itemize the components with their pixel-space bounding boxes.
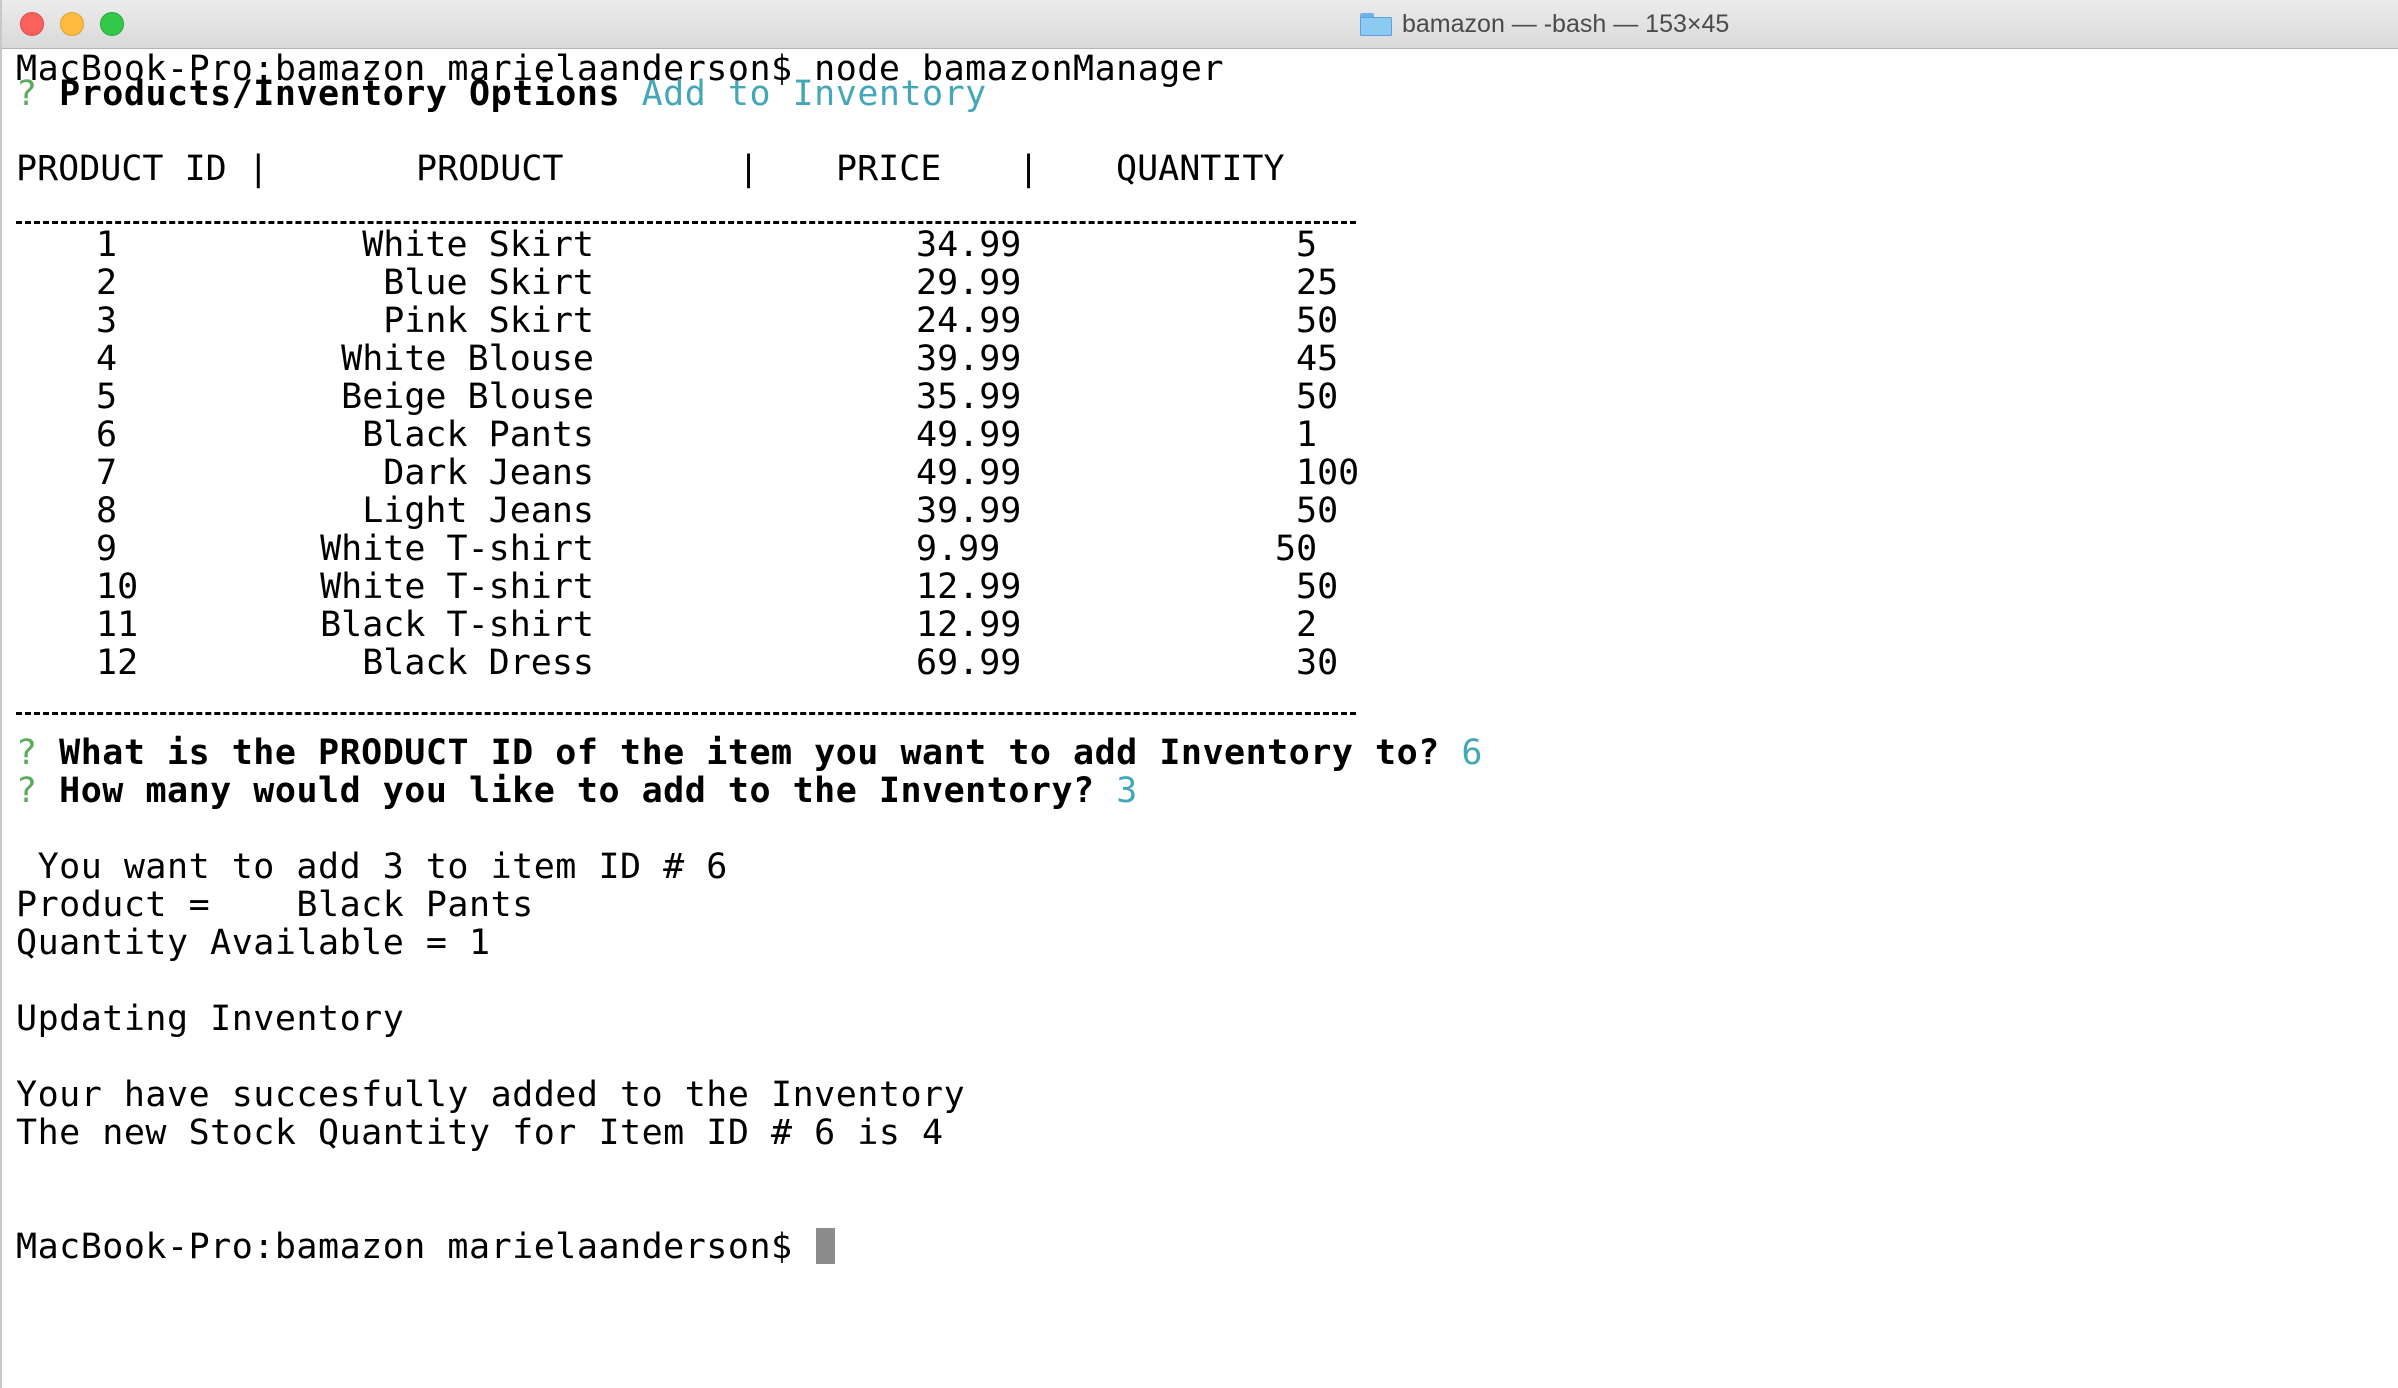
- cell-product-id: 7: [96, 453, 118, 493]
- cell-price: 12.99: [916, 605, 1022, 645]
- header-product-id: PRODUCT ID |: [16, 149, 269, 189]
- question-mark: ?: [16, 771, 38, 811]
- cell-product: White Skirt: [362, 225, 594, 265]
- cell-product-id: 8: [96, 491, 118, 531]
- cell-price: 49.99: [916, 415, 1022, 455]
- quantity-answer: 3: [1116, 771, 1138, 811]
- window-title-text: bamazon — -bash — 153×45: [1402, 9, 1730, 38]
- cell-product-id: 12: [96, 643, 139, 683]
- message-new-stock: The new Stock Quantity for Item ID # 6 i…: [16, 1113, 944, 1153]
- cell-product: Beige Blouse: [341, 377, 594, 417]
- table-divider-top: [16, 221, 1356, 224]
- cell-quantity: 45: [1296, 339, 1339, 379]
- message-product: Product = Black Pants: [16, 885, 534, 925]
- cell-product-id: 5: [96, 377, 118, 417]
- question-mark: ?: [16, 733, 38, 773]
- cell-price: 39.99: [916, 491, 1022, 531]
- cell-price: 49.99: [916, 453, 1022, 493]
- cell-quantity: 50: [1275, 529, 1318, 569]
- message-add: You want to add 3 to item ID # 6: [16, 847, 728, 887]
- cell-product: Pink Skirt: [383, 301, 594, 341]
- cell-price: 29.99: [916, 263, 1022, 303]
- header-product: PRODUCT: [416, 149, 564, 189]
- cell-price: 34.99: [916, 225, 1022, 265]
- cell-product: Light Jeans: [362, 491, 594, 531]
- shell-prompt: MacBook-Pro:bamazon marielaanderson$: [16, 1227, 815, 1267]
- cell-quantity: 50: [1296, 491, 1339, 531]
- cell-price: 24.99: [916, 301, 1022, 341]
- cell-product: White T-shirt: [320, 529, 594, 569]
- zoom-button[interactable]: [100, 12, 124, 36]
- cell-quantity: 2: [1296, 605, 1318, 645]
- cell-product-id: 10: [96, 567, 139, 607]
- quantity-question: How many would you like to add to the In…: [59, 771, 1095, 811]
- cell-product-id: 11: [96, 605, 139, 645]
- message-available: Quantity Available = 1: [16, 923, 491, 963]
- cell-quantity: 100: [1296, 453, 1360, 493]
- cell-product-id: 2: [96, 263, 118, 303]
- cell-price: 39.99: [916, 339, 1022, 379]
- cell-price: 12.99: [916, 567, 1022, 607]
- cell-product-id: 3: [96, 301, 118, 341]
- cell-quantity: 50: [1296, 567, 1339, 607]
- product-id-answer: 6: [1461, 733, 1483, 773]
- cell-product-id: 4: [96, 339, 118, 379]
- product-id-question-line: ? What is the PRODUCT ID of the item you…: [16, 734, 1483, 772]
- options-question: Products/Inventory Options: [59, 74, 621, 114]
- window-title: bamazon — -bash — 153×45: [1360, 9, 1729, 39]
- final-prompt-line[interactable]: MacBook-Pro:bamazon marielaanderson$: [16, 1227, 836, 1267]
- cell-quantity: 50: [1296, 377, 1339, 417]
- cell-quantity: 50: [1296, 301, 1339, 341]
- cell-price: 9.99: [916, 529, 1001, 569]
- product-id-question: What is the PRODUCT ID of the item you w…: [59, 733, 1440, 773]
- options-answer: Add to Inventory: [641, 74, 987, 114]
- cell-quantity: 30: [1296, 643, 1339, 683]
- header-separator: |: [738, 149, 760, 189]
- header-price: PRICE: [836, 149, 942, 189]
- message-success: Your have succesfully added to the Inven…: [16, 1075, 966, 1115]
- header-separator: |: [1018, 149, 1040, 189]
- options-prompt-line: ? Products/Inventory Options Add to Inve…: [16, 75, 987, 113]
- cell-product-id: 6: [96, 415, 118, 455]
- terminal-content[interactable]: MacBook-Pro:bamazon marielaanderson$ nod…: [2, 48, 2398, 1388]
- close-button[interactable]: [20, 12, 44, 36]
- cell-quantity: 25: [1296, 263, 1339, 303]
- cell-product: Black T-shirt: [320, 605, 594, 645]
- message-updating: Updating Inventory: [16, 999, 405, 1039]
- terminal-window: bamazon — -bash — 153×45 MacBook-Pro:bam…: [0, 0, 2398, 1388]
- cell-quantity: 5: [1296, 225, 1318, 265]
- cell-quantity: 1: [1296, 415, 1318, 455]
- cell-product-id: 1: [96, 225, 118, 265]
- cell-price: 35.99: [916, 377, 1022, 417]
- cell-product: Black Dress: [362, 643, 594, 683]
- folder-icon: [1360, 12, 1392, 36]
- cell-product-id: 9: [96, 529, 118, 569]
- header-quantity: QUANTITY: [1116, 149, 1285, 189]
- minimize-button[interactable]: [60, 12, 84, 36]
- cell-product: White Blouse: [341, 339, 594, 379]
- cell-product: Dark Jeans: [383, 453, 594, 493]
- cell-price: 69.99: [916, 643, 1022, 683]
- cell-product: Blue Skirt: [383, 263, 594, 303]
- table-divider-bottom: [16, 712, 1356, 715]
- text-cursor: [816, 1228, 836, 1264]
- cell-product: White T-shirt: [320, 567, 594, 607]
- title-bar[interactable]: bamazon — -bash — 153×45: [2, 0, 2398, 49]
- cell-product: Black Pants: [362, 415, 594, 455]
- question-mark: ?: [16, 74, 38, 114]
- quantity-question-line: ? How many would you like to add to the …: [16, 772, 1138, 810]
